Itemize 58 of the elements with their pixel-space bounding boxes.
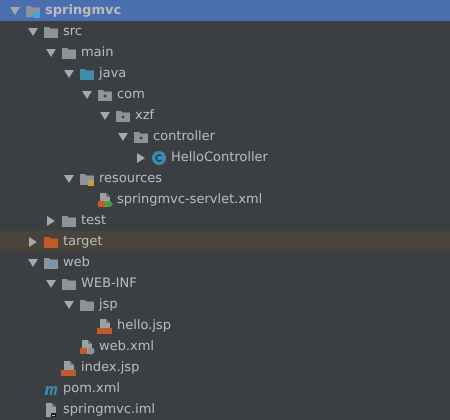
- node-label: HelloController: [171, 149, 268, 167]
- node-label: test: [81, 212, 106, 230]
- tree-row[interactable]: pom.xml: [0, 378, 450, 399]
- caret-icon[interactable]: [46, 216, 56, 226]
- tree-row[interactable]: main: [0, 42, 450, 63]
- node-label: springmvc.iml: [63, 401, 155, 419]
- node-label: java: [99, 65, 126, 83]
- caret-icon[interactable]: [82, 90, 92, 100]
- tree-row[interactable]: hello.jsp: [0, 315, 450, 336]
- caret-icon[interactable]: [64, 68, 74, 78]
- tree-row[interactable]: com: [0, 84, 450, 105]
- node-label: WEB-INF: [81, 275, 137, 293]
- caret-icon[interactable]: [118, 132, 128, 142]
- node-label: springmvc-servlet.xml: [117, 191, 262, 209]
- caret-icon[interactable]: [46, 48, 56, 58]
- tree-row[interactable]: target: [0, 231, 450, 252]
- caret-icon[interactable]: [28, 258, 38, 268]
- tree-row[interactable]: test: [0, 210, 450, 231]
- caret-icon[interactable]: [64, 300, 74, 310]
- tree-row[interactable]: resources: [0, 168, 450, 189]
- node-label: web.xml: [99, 338, 154, 356]
- tree-row[interactable]: xzf: [0, 105, 450, 126]
- tree-row[interactable]: controller: [0, 126, 450, 147]
- tree-row[interactable]: jsp: [0, 294, 450, 315]
- tree-row[interactable]: HelloController: [0, 147, 450, 168]
- tree-row[interactable]: java: [0, 63, 450, 84]
- node-label: controller: [153, 128, 216, 146]
- tree-row[interactable]: springmvc.iml: [0, 399, 450, 420]
- node-label: pom.xml: [63, 380, 120, 398]
- node-label: web: [63, 254, 90, 272]
- caret-icon[interactable]: [64, 174, 74, 184]
- node-label: target: [63, 233, 103, 251]
- tree-row[interactable]: web: [0, 252, 450, 273]
- tree-row[interactable]: web.xml: [0, 336, 450, 357]
- tree-row[interactable]: springmvc-servlet.xml: [0, 189, 450, 210]
- tree-row[interactable]: src: [0, 21, 450, 42]
- caret-icon[interactable]: [46, 278, 56, 288]
- caret-icon[interactable]: [136, 152, 146, 162]
- node-label: resources: [99, 170, 162, 188]
- caret-icon[interactable]: [28, 236, 38, 246]
- node-label: main: [81, 44, 114, 62]
- jsp-file-icon: [61, 360, 77, 376]
- class-icon: [151, 150, 167, 166]
- tree-row[interactable]: index.jsp: [0, 357, 450, 378]
- node-label: index.jsp: [81, 359, 140, 377]
- web-xml-file-icon: [79, 338, 95, 354]
- node-label: springmvc: [45, 2, 122, 20]
- caret-icon[interactable]: [100, 110, 110, 120]
- node-label: jsp: [99, 296, 118, 314]
- node-label: src: [63, 23, 82, 41]
- jsp-file-icon: [97, 318, 113, 334]
- node-label: xzf: [135, 107, 154, 125]
- node-label: hello.jsp: [117, 317, 171, 335]
- caret-icon[interactable]: [28, 26, 38, 36]
- node-label: com: [117, 86, 145, 104]
- spring-xml-file-icon: [97, 192, 113, 208]
- tree-row[interactable]: WEB-INF: [0, 273, 450, 294]
- iml-file-icon: [43, 402, 59, 418]
